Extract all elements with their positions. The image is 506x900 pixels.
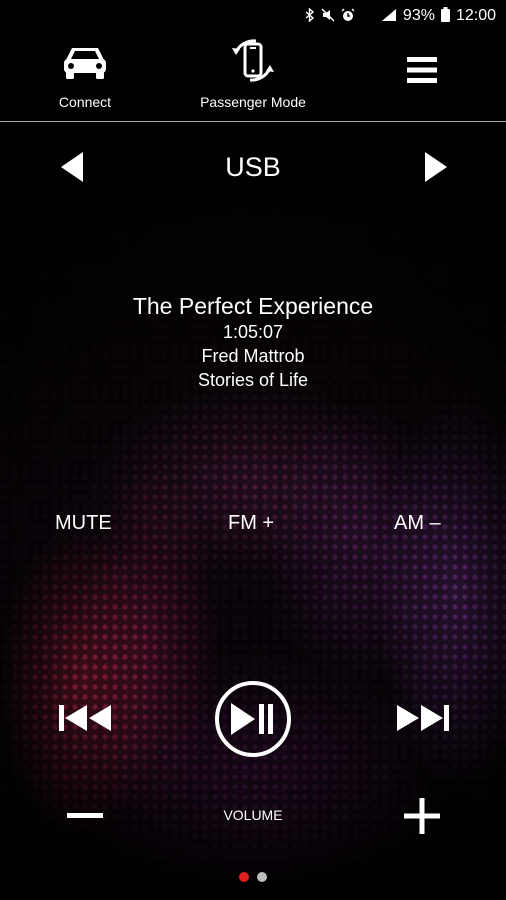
connect-label: Connect <box>58 94 112 110</box>
top-divider <box>0 121 506 122</box>
page-dot-inactive[interactable] <box>257 872 267 882</box>
battery-icon <box>440 7 450 25</box>
top-bar: Connect Passenger Mode <box>0 32 506 122</box>
clock: 12:00 <box>455 7 496 24</box>
track-info: The Perfect Experience 1:05:07 Fred Matt… <box>0 292 506 392</box>
play-pause-icon <box>215 681 291 757</box>
hamburger-menu-icon <box>404 56 440 89</box>
bluetooth-icon <box>305 6 315 25</box>
volume-up-button[interactable] <box>402 796 442 836</box>
fm-plus-button[interactable]: FM + <box>228 512 274 535</box>
plus-icon <box>404 798 440 834</box>
previous-track-button[interactable] <box>56 700 114 736</box>
track-title: The Perfect Experience <box>132 293 374 319</box>
alarm-icon <box>341 8 355 25</box>
next-source-button[interactable] <box>416 140 456 194</box>
battery-percent: 93% <box>402 7 435 24</box>
track-artist: Fred Mattrob <box>201 346 305 366</box>
status-bar: 93% 12:00 <box>0 0 506 32</box>
car-icon <box>40 38 130 86</box>
next-track-button[interactable] <box>394 700 452 736</box>
volume-controls: VOLUME <box>0 792 506 842</box>
connect-button[interactable]: Connect <box>40 38 130 110</box>
skip-previous-icon <box>59 705 111 731</box>
source-selector: USB <box>0 140 506 194</box>
menu-button[interactable] <box>404 56 440 88</box>
passenger-mode-label: Passenger Mode <box>200 94 306 110</box>
am-minus-button[interactable]: AM – <box>394 512 441 535</box>
mute-icon <box>321 7 335 25</box>
signal-icon <box>381 8 397 25</box>
play-pause-button[interactable] <box>214 680 292 758</box>
page-indicator <box>0 872 506 882</box>
mute-button[interactable]: MUTE <box>55 512 112 535</box>
phone-rotate-icon <box>183 36 323 88</box>
preset-row: MUTE FM + AM – <box>0 508 506 538</box>
track-album: Stories of Life <box>197 370 309 390</box>
track-time: 1:05:07 <box>222 322 284 342</box>
page-dot-active[interactable] <box>239 872 249 882</box>
transport-controls <box>0 680 506 760</box>
skip-next-icon <box>397 705 449 731</box>
triangle-right-icon <box>425 152 447 182</box>
passenger-mode-button[interactable]: Passenger Mode <box>183 36 323 110</box>
